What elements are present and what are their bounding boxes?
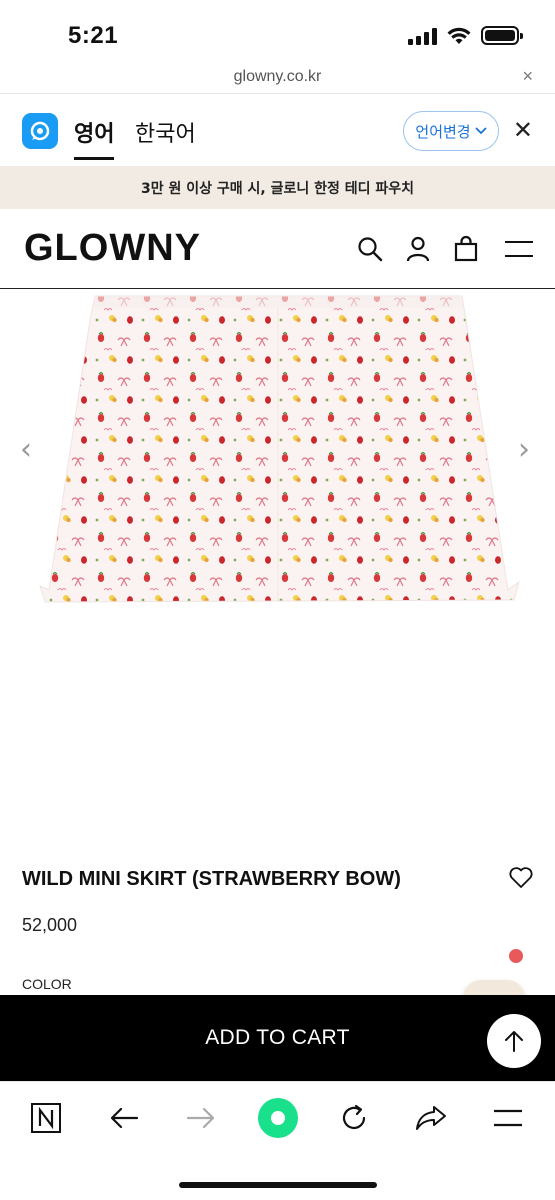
url-close-icon[interactable]: × <box>522 66 533 87</box>
chevron-down-icon <box>474 127 487 135</box>
url-bar[interactable]: glowny.co.kr × <box>0 64 555 94</box>
bag-icon[interactable] <box>452 235 480 263</box>
carousel-prev-icon[interactable]: ‹ <box>20 432 32 467</box>
promo-banner[interactable]: 3만 원 이상 구매 시, 글로니 한정 테디 파우치 <box>0 166 555 209</box>
naver-n-icon[interactable] <box>28 1098 64 1138</box>
heart-icon[interactable] <box>508 866 534 890</box>
menu-icon[interactable] <box>503 235 535 263</box>
search-icon[interactable] <box>356 235 384 263</box>
product-image[interactable] <box>0 290 555 830</box>
home-indicator <box>179 1182 377 1188</box>
notification-dot <box>509 949 523 963</box>
back-icon[interactable] <box>106 1098 142 1138</box>
tab-korean[interactable]: 한국어 <box>135 116 196 148</box>
status-bar: 5:21 <box>0 0 555 64</box>
language-change-button[interactable]: 언어변경 <box>403 111 499 151</box>
brand-logo[interactable]: GLOWNY <box>24 227 201 270</box>
signal-icon <box>408 27 437 45</box>
url-domain[interactable]: glowny.co.kr <box>0 68 555 86</box>
language-change-label: 언어변경 <box>415 122 471 141</box>
product-title: WILD MINI SKIRT (STRAWBERRY BOW) <box>22 868 401 890</box>
share-icon[interactable] <box>413 1098 449 1138</box>
forward-icon[interactable] <box>183 1098 219 1138</box>
translate-bar: 영어 한국어 언어변경 ✕ <box>0 96 555 166</box>
green-dot-icon[interactable] <box>256 1098 300 1138</box>
reload-icon[interactable] <box>336 1098 372 1138</box>
skirt-image <box>39 295 520 603</box>
scroll-top-button[interactable] <box>487 1014 541 1068</box>
product-price: 52,000 <box>22 915 78 935</box>
battery-icon <box>481 26 523 45</box>
arrow-up-icon <box>505 1031 523 1052</box>
user-icon[interactable] <box>404 235 432 263</box>
browser-menu-icon[interactable] <box>490 1098 526 1138</box>
status-time: 5:21 <box>68 22 119 49</box>
tab-english[interactable]: 영어 <box>74 116 115 160</box>
translate-close-icon[interactable]: ✕ <box>513 116 533 145</box>
status-icons <box>408 26 523 45</box>
color-label: COLOR <box>22 976 72 992</box>
papago-logo-icon <box>22 113 58 149</box>
carousel-next-icon[interactable]: › <box>518 432 530 467</box>
site-header: GLOWNY <box>0 209 555 289</box>
add-to-cart-button[interactable]: ADD TO CART <box>0 995 555 1081</box>
wifi-icon <box>447 27 471 44</box>
